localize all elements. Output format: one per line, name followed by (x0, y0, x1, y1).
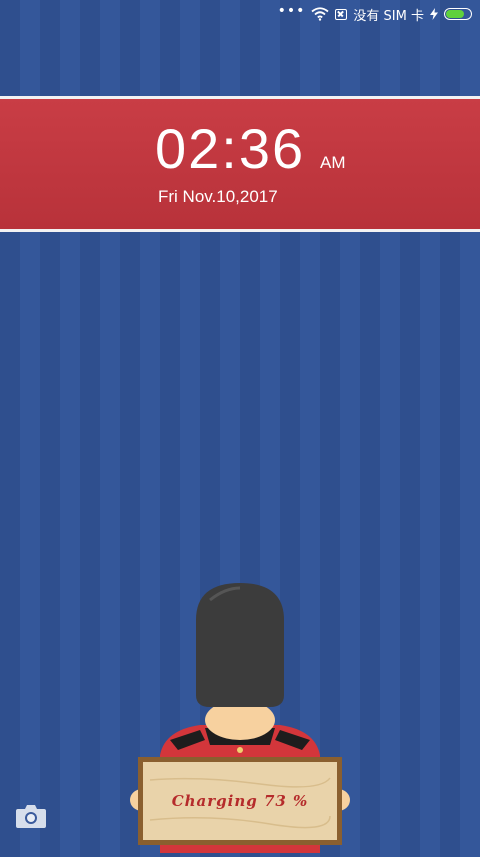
battery-icon (444, 8, 472, 20)
guard-illustration: Charging 73 % (0, 580, 480, 853)
carrier-text: 没有 SIM 卡 (353, 8, 424, 24)
sim-missing-icon (335, 8, 348, 20)
clock-date: Fri Nov.10,2017 (158, 187, 278, 206)
guard-figure: Charging 73 % (130, 583, 350, 853)
clock-time: 02:36 (155, 117, 306, 180)
clock-banner: 02:36 AM Fri Nov.10,2017 (0, 96, 480, 232)
camera-icon (16, 805, 46, 828)
camera-button[interactable] (15, 803, 47, 833)
wifi-icon (311, 7, 329, 21)
charging-text: Charging 73 % (172, 792, 309, 810)
more-notifications-icon: ••• (277, 3, 306, 19)
battery-level (446, 10, 464, 18)
lightning-icon (430, 8, 438, 20)
status-bar: ••• 没有 SIM 卡 (0, 0, 480, 28)
clock-ampm: AM (320, 153, 346, 172)
